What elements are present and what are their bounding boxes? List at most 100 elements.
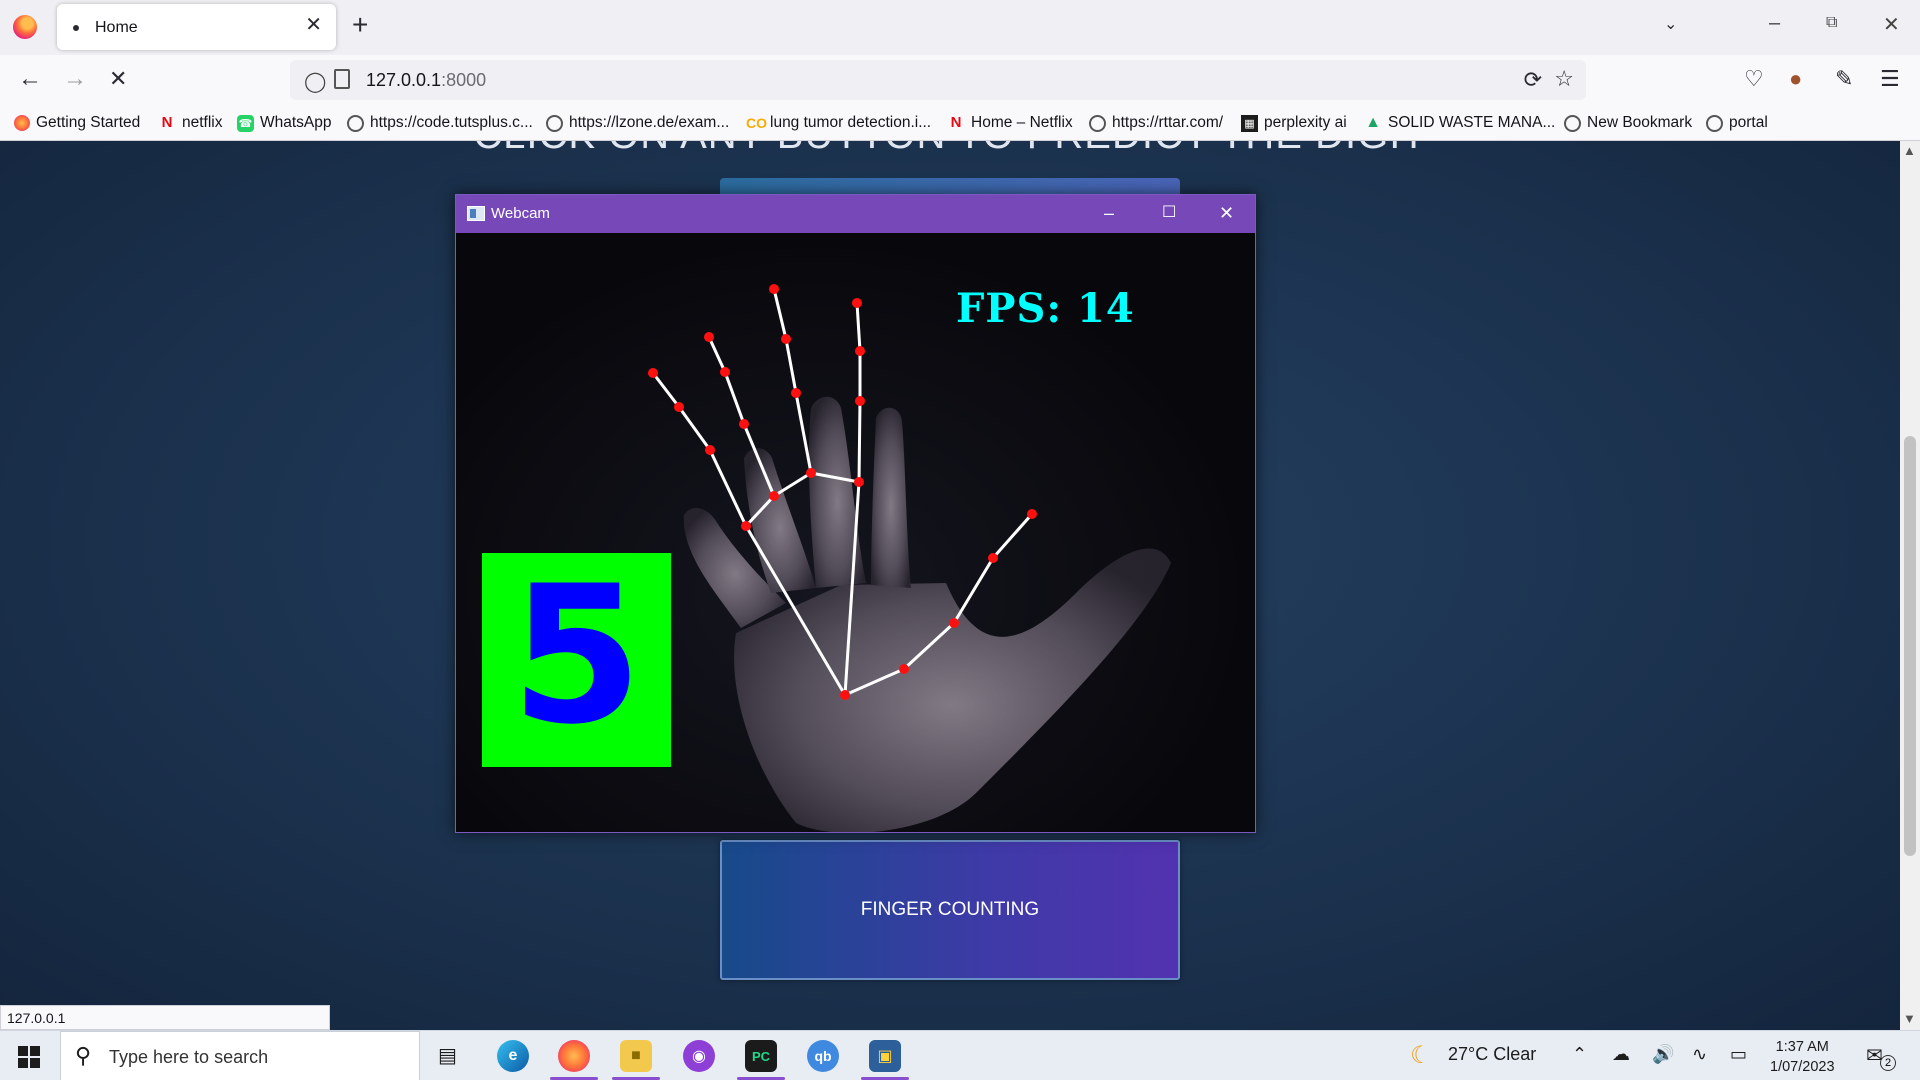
bookmark-solid-waste[interactable]: ▲ SOLID WASTE MANA... [1364, 114, 1555, 132]
hand-landmark-point [648, 368, 658, 378]
cookie-extension-icon[interactable]: ● [1789, 67, 1802, 91]
grid-icon: ▦ [1241, 114, 1258, 132]
show-hidden-icons-icon[interactable]: ⌃ [1572, 1044, 1587, 1065]
bookmark-lzone[interactable]: https://lzone.de/exam... [546, 114, 729, 132]
bookmark-label: netflix [182, 114, 223, 131]
globe-icon [1564, 114, 1581, 132]
bookmark-getting-started[interactable]: Getting Started [14, 114, 140, 132]
firefox-taskbar-icon[interactable] [558, 1040, 590, 1072]
mask-app-icon[interactable]: ◉ [683, 1040, 715, 1072]
file-explorer-icon[interactable]: ■ [620, 1040, 652, 1072]
webcam-titlebar[interactable]: Webcam – ☐ ✕ [456, 195, 1255, 233]
bookmark-portal[interactable]: portal [1706, 114, 1768, 132]
hand-landmark-point [852, 298, 862, 308]
windows-start-icon[interactable] [18, 1046, 40, 1068]
hand-landmark-point [949, 618, 959, 628]
hand-landmark-point [854, 477, 864, 487]
tab-close-icon[interactable]: ✕ [305, 15, 322, 35]
taskbar: ⚲ Type here to search ▤ e ■ ◉ PC qb ▣ ☾ … [0, 1030, 1920, 1080]
weather-text[interactable]: 27°C Clear [1448, 1044, 1536, 1065]
task-view-icon[interactable]: ▤ [438, 1043, 457, 1068]
globe-icon [347, 114, 364, 132]
bookmark-netflix[interactable]: N netflix [158, 114, 223, 132]
hand-bone-line [772, 288, 788, 340]
back-icon[interactable]: ← [18, 65, 42, 93]
webcam-window[interactable]: Webcam – ☐ ✕ . 5 [455, 194, 1256, 833]
bookmark-label: Getting Started [36, 114, 141, 131]
url-bar[interactable]: ◯ 127.0.0.1:8000 ⟳ ☆ [290, 60, 1586, 100]
webcam-video-frame: . 5 FPS: 14 [456, 233, 1255, 832]
hand-landmark-point [739, 419, 749, 429]
clock-date: 1/07/2023 [1770, 1059, 1835, 1075]
hand-landmark-point [769, 491, 779, 501]
tab-strip: Home ✕ + ⌄ – ⧉ ✕ [0, 0, 1920, 55]
bookmark-tutsplus[interactable]: https://code.tutsplus.c... [347, 114, 533, 132]
hand-bone-line [784, 338, 798, 394]
hand-landmark-point [741, 521, 751, 531]
page-info-icon[interactable] [334, 69, 350, 89]
bookmark-whatsapp[interactable]: ☎ WhatsApp [237, 114, 332, 132]
bookmark-home-netflix[interactable]: N Home – Netflix [947, 114, 1073, 132]
webcam-minimize-icon[interactable]: – [1104, 201, 1114, 225]
webcam-close-icon[interactable]: ✕ [1219, 201, 1234, 225]
tab-home[interactable]: Home ✕ [57, 4, 336, 50]
pocket-icon[interactable]: ♡ [1744, 67, 1764, 91]
pycharm-icon[interactable]: PC [745, 1040, 777, 1072]
hand-bone-line [794, 392, 813, 474]
battery-icon[interactable]: ▭ [1730, 1044, 1747, 1065]
stop-loading-icon[interactable]: ✕ [109, 65, 127, 93]
hand-landmark-point [674, 402, 684, 412]
edge-icon[interactable]: e [497, 1040, 529, 1072]
close-window-icon[interactable]: ✕ [1883, 12, 1900, 37]
hand-landmark-point [899, 664, 909, 674]
netflix-icon: N [161, 114, 173, 131]
bookmark-lung-tumor[interactable]: CO lung tumor detection.i... [746, 114, 931, 132]
taskbar-search-input[interactable]: ⚲ Type here to search [60, 1031, 420, 1080]
url-text[interactable]: 127.0.0.1:8000 [366, 70, 486, 91]
notification-count: 2 [1880, 1055, 1896, 1071]
wifi-icon[interactable]: ∿ [1692, 1044, 1707, 1065]
page-scrollbar[interactable]: ▲ ▼ [1900, 141, 1920, 1030]
python-webcam-icon[interactable]: ▣ [869, 1040, 901, 1072]
firefox-logo-icon [13, 15, 37, 39]
sync-icon[interactable]: ⟳ [1524, 67, 1542, 93]
clock-time: 1:37 AM [1775, 1039, 1829, 1055]
hand-bone-line [677, 406, 712, 451]
clock[interactable]: 1:37 AM 1/07/2023 [1770, 1037, 1835, 1077]
forward-icon[interactable]: → [63, 65, 87, 93]
hand-landmark-point [720, 367, 730, 377]
hand-landmark-point [806, 468, 816, 478]
new-tab-button[interactable]: + [352, 10, 368, 40]
tracking-protection-shield-icon[interactable]: ◯ [304, 69, 326, 94]
restore-window-icon[interactable]: ⧉ [1826, 14, 1837, 32]
hand-landmark-point [704, 332, 714, 342]
hand-landmark-point [705, 445, 715, 455]
bookmark-perplexity[interactable]: ▦ perplexity ai [1241, 114, 1347, 132]
bookmark-label: https://lzone.de/exam... [569, 114, 730, 131]
extensions-puzzle-icon[interactable]: ✎ [1835, 67, 1853, 91]
list-all-tabs-icon[interactable]: ⌄ [1664, 14, 1677, 34]
hand-bone-line [991, 513, 1034, 559]
qbittorrent-icon[interactable]: qb [807, 1040, 839, 1072]
bookmark-star-icon[interactable]: ☆ [1554, 66, 1574, 92]
bookmark-rttar[interactable]: https://rttar.com/ [1089, 114, 1223, 132]
minimize-window-icon[interactable]: – [1769, 12, 1780, 35]
menu-hamburger-icon[interactable]: ☰ [1880, 67, 1900, 91]
onedrive-icon[interactable]: ☁ [1612, 1044, 1630, 1065]
finger-counting-button[interactable]: FINGER COUNTING [720, 840, 1180, 980]
scroll-thumb[interactable] [1904, 436, 1916, 856]
volume-icon[interactable]: 🔊 [1652, 1044, 1674, 1065]
webcam-title: Webcam [491, 205, 550, 222]
scroll-up-icon[interactable]: ▲ [1903, 143, 1916, 158]
hand-bone-line [723, 371, 746, 425]
drive-icon: ▲ [1365, 114, 1381, 131]
bookmark-new-bookmark[interactable]: New Bookmark [1564, 114, 1692, 132]
fps-counter: FPS: 14 [956, 285, 1135, 332]
navigation-bar: ← → ✕ ◯ 127.0.0.1:8000 ⟳ ☆ ♡ ● ✎ ☰ [0, 55, 1920, 107]
bookmark-label: New Bookmark [1587, 114, 1693, 131]
hand-landmark-point [781, 334, 791, 344]
webcam-maximize-icon[interactable]: ☐ [1162, 201, 1176, 225]
hand-landmark-point [769, 284, 779, 294]
scroll-down-icon[interactable]: ▼ [1903, 1011, 1916, 1026]
page-heading: CLICK ON ANY BUTTON TO PREDICT THE DIGIT [0, 141, 1900, 158]
